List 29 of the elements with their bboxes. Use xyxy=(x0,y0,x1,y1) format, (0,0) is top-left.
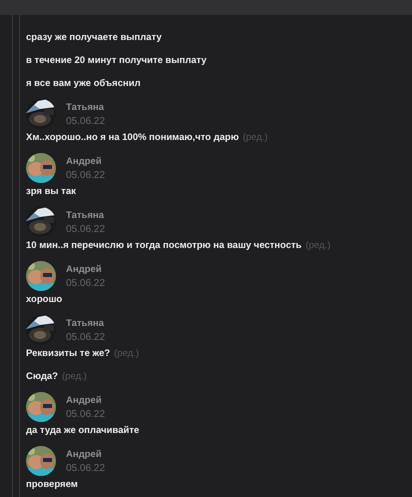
message-text: да туда же оплачивайте xyxy=(26,424,140,438)
message-text: проверяем xyxy=(26,478,79,492)
message-text: сразу же получаете выплату xyxy=(26,31,163,45)
message-date: 05.06.22 xyxy=(66,462,105,474)
message-date: 05.06.22 xyxy=(66,408,105,420)
message-date: 05.06.22 xyxy=(66,278,105,288)
edited-label: (ред.) xyxy=(306,240,330,251)
message-text: 10 мин..я перечислю и тогда посмотрю на вашу честность (ред.) xyxy=(26,239,332,253)
message-date: 05.06.22 xyxy=(66,224,105,234)
author-name: Андрей xyxy=(66,448,103,460)
message-text: Реквизиты те же? (ред.) xyxy=(26,347,140,361)
author-name: Андрей xyxy=(66,156,103,166)
message-text: Сюда? (ред.) xyxy=(26,370,88,384)
author-name: Андрей xyxy=(66,394,103,406)
edited-label: (ред.) xyxy=(114,348,139,359)
message-text: зря вы так xyxy=(26,185,77,199)
message-date: 05.06.22 xyxy=(66,116,105,126)
message-text: я все вам уже объяснил xyxy=(26,77,142,91)
message-date: 05.06.22 xyxy=(66,332,105,342)
message-text: хорошо xyxy=(26,293,64,307)
author-name: Татьяна xyxy=(66,318,105,328)
author-name: Татьяна xyxy=(66,210,105,220)
message-text: в течение 20 минут получите выплату xyxy=(26,54,208,68)
author-name: Андрей xyxy=(66,264,103,274)
edited-label: (ред.) xyxy=(62,371,87,382)
author-name: Татьяна xyxy=(66,102,105,112)
message-text: Хм..хорошо..но я на 100% понимаю,что дарю (ред.) xyxy=(26,131,269,145)
message-date: 05.06.22 xyxy=(66,170,105,180)
edited-label: (ред.) xyxy=(242,132,268,143)
